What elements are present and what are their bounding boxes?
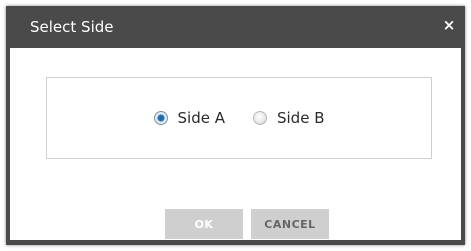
radio-selected-icon[interactable] <box>153 111 168 125</box>
radio-group: Side A Side B <box>47 78 431 158</box>
cancel-button[interactable]: CANCEL <box>251 209 329 239</box>
radio-label-side-b[interactable]: Side B <box>277 109 325 127</box>
radio-option-side-b[interactable]: Side B <box>252 109 325 127</box>
radio-label-side-a[interactable]: Side A <box>178 109 225 127</box>
radio-option-side-a[interactable]: Side A <box>153 109 225 127</box>
ok-button[interactable]: OK <box>165 209 243 239</box>
dialog-titlebar: Select Side × <box>6 6 465 48</box>
side-options-group: Side A Side B <box>46 77 432 159</box>
close-icon[interactable]: × <box>441 16 457 34</box>
dialog-title: Select Side <box>30 18 114 36</box>
radio-unselected-icon[interactable] <box>252 111 267 125</box>
select-side-dialog: Select Side × Side A Side B OK CANCEL <box>6 6 465 245</box>
dialog-body: Side A Side B OK CANCEL <box>10 48 461 240</box>
